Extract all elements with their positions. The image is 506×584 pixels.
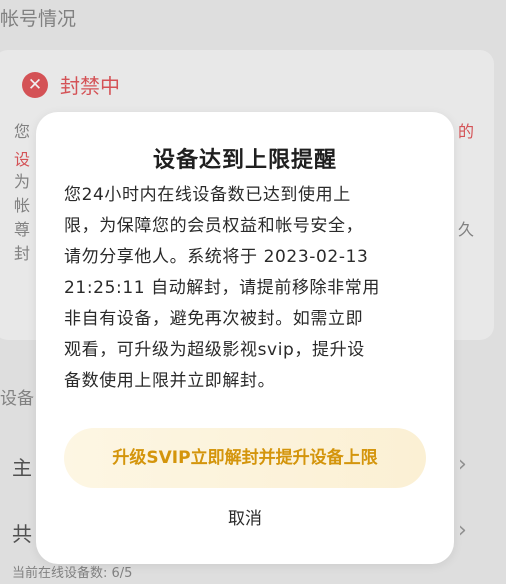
dialog-message: 您24小时内在线设备数已达到使用上 限，为保障您的会员权益和帐号安全， 请勿分享… — [64, 180, 438, 397]
dialog-message-line: 限，为保障您的会员权益和帐号安全， — [64, 216, 364, 236]
dialog-message-line: 您24小时内在线设备数已达到使用上 — [64, 185, 351, 205]
cancel-button[interactable]: 取消 — [36, 504, 454, 529]
screen: 帐号情况 ✕ 封禁中 您 设 为 帐 尊 封 的 久 设备 主 › 共 › 当前… — [0, 0, 506, 584]
upgrade-svip-button[interactable]: 升级SVIP立即解封并提升设备上限 — [64, 428, 426, 488]
device-limit-dialog: 设备达到上限提醒 您24小时内在线设备数已达到使用上 限，为保障您的会员权益和帐… — [36, 112, 454, 564]
dialog-message-line: 非自有设备，避免再次被封。如需立即 — [64, 309, 364, 329]
dialog-message-line: 请勿分享他人。系统将于 2023-02-13 — [64, 247, 369, 267]
dialog-message-line: 备数使用上限并立即解封。 — [64, 371, 276, 391]
dialog-message-line: 21:25:11 自动解封，请提前移除非常用 — [64, 278, 380, 298]
dialog-message-line: 观看，可升级为超级影视svip，提升设 — [64, 340, 365, 360]
dialog-title: 设备达到上限提醒 — [152, 148, 337, 173]
